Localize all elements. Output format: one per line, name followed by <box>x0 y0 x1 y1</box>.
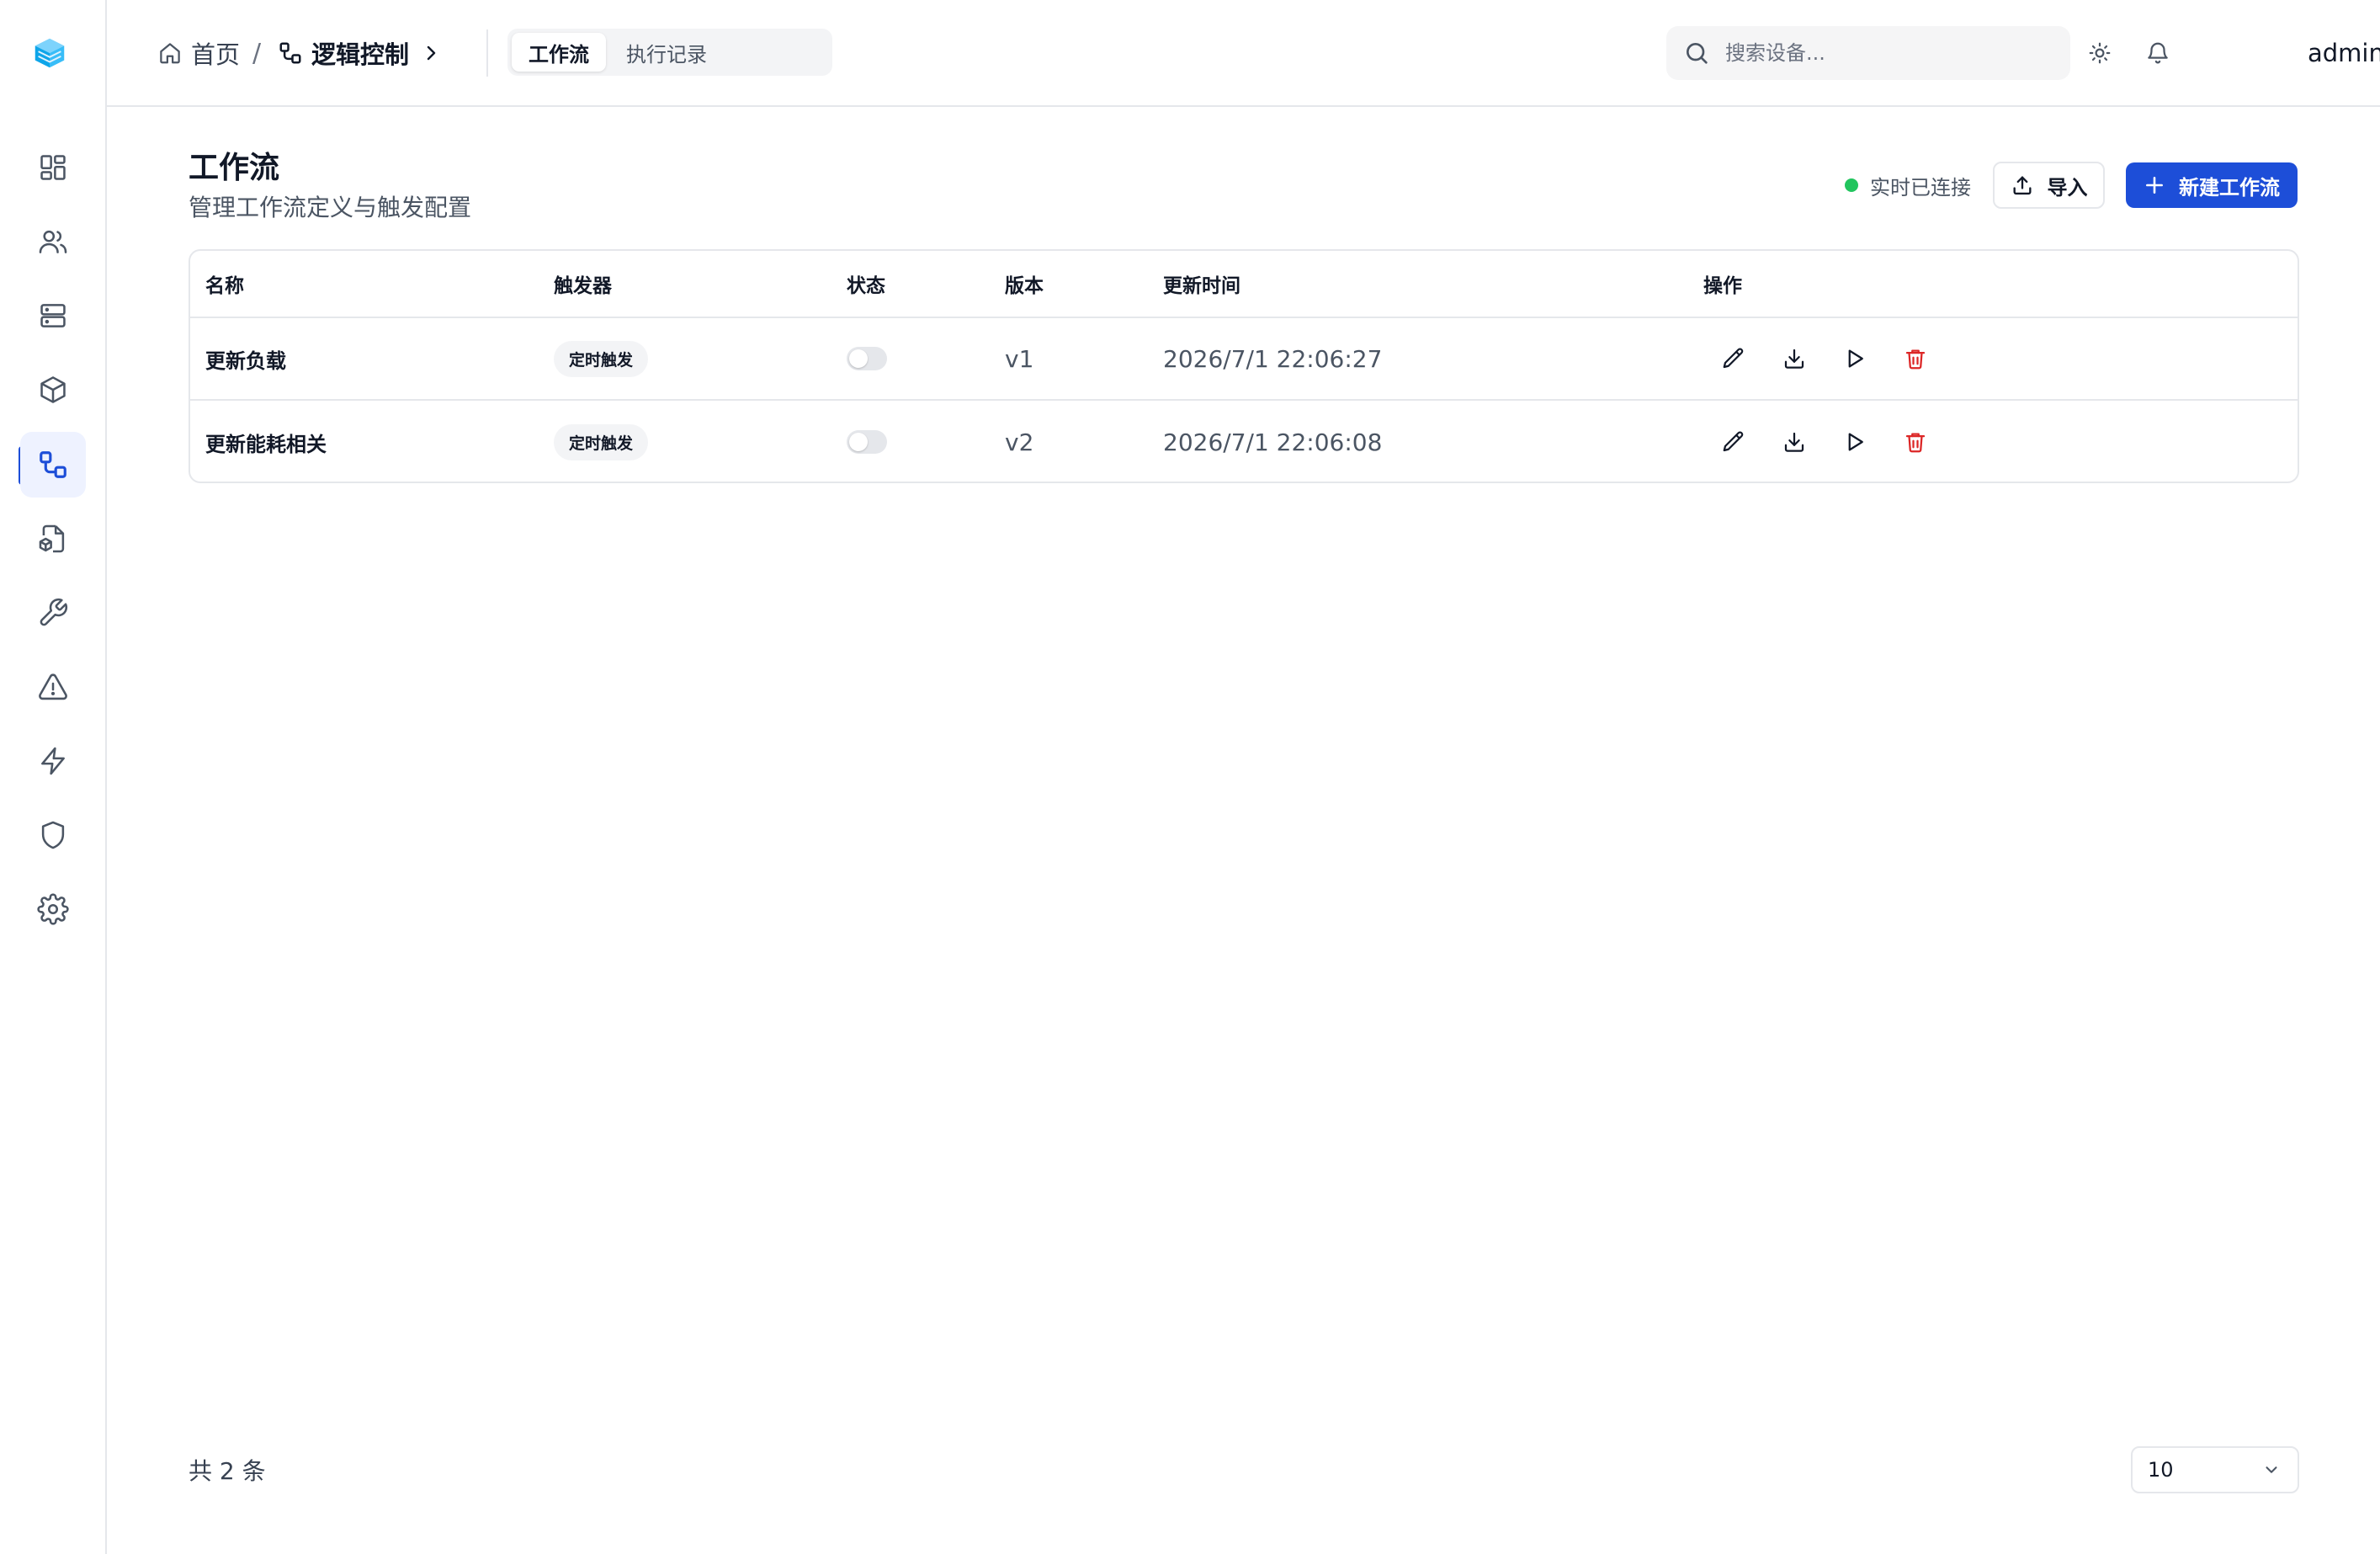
play-icon <box>1848 433 1863 451</box>
sidebar-item-settings[interactable] <box>20 876 86 942</box>
theme-toggle-button[interactable] <box>2084 37 2116 69</box>
delete-button[interactable] <box>1900 343 1931 374</box>
page-title: 工作流 <box>189 151 280 185</box>
sidebar <box>0 0 107 1554</box>
bell-icon <box>2148 42 2168 64</box>
sidebar-item-alarms[interactable] <box>20 654 86 720</box>
chevron-down-icon <box>2266 1466 2277 1473</box>
cube-icon <box>40 376 66 403</box>
download-icon <box>1784 432 1804 452</box>
pencil-icon <box>1723 431 1744 452</box>
tab-group: 工作流 执行记录 <box>507 29 832 76</box>
edit-button[interactable] <box>1719 427 1749 457</box>
workflow-name: 更新能耗相关 <box>205 432 327 456</box>
status-dot-icon <box>1845 178 1858 192</box>
dashboard-icon <box>40 155 66 180</box>
run-button[interactable] <box>1840 343 1870 374</box>
chevron-right-icon <box>427 45 436 61</box>
username[interactable]: admin <box>2308 34 2380 72</box>
notifications-button[interactable] <box>2142 37 2174 69</box>
plus-icon <box>2146 177 2163 194</box>
shield-icon <box>41 821 65 849</box>
sidebar-item-security[interactable] <box>20 802 86 868</box>
run-button[interactable] <box>1840 427 1870 457</box>
workflow-name: 更新负载 <box>205 349 286 373</box>
upload-icon <box>2013 176 2031 195</box>
search-icon <box>1687 43 1708 64</box>
breadcrumb-current[interactable]: 逻辑控制 <box>278 34 449 72</box>
new-workflow-button[interactable]: 新建工作流 <box>2126 162 2298 208</box>
sidebar-item-maintenance[interactable] <box>20 580 86 646</box>
column-header-status[interactable]: 状态 <box>847 251 885 317</box>
trigger-badge: 定时触发 <box>554 423 649 460</box>
sidebar-item-energy[interactable] <box>20 728 86 794</box>
play-icon <box>1848 349 1863 368</box>
alert-triangle-icon <box>39 673 67 700</box>
live-status: 实时已连接 <box>1845 168 1971 202</box>
breadcrumb-home[interactable]: 首页 <box>157 34 240 72</box>
server-icon <box>40 304 66 327</box>
trash-icon <box>1905 349 1926 370</box>
sidebar-item-logic-control[interactable] <box>20 432 86 498</box>
breadcrumb-home-label: 首页 <box>191 40 241 69</box>
file-box-icon <box>39 524 65 553</box>
workflow-table: 名称 触发器 状态 版本 更新时间 操作 更新负载 定时触发 v1 2026/7… <box>189 249 2299 483</box>
download-icon <box>1784 349 1804 369</box>
page-size-value: 10 <box>2148 1458 2174 1482</box>
updated-time: 2026/7/1 22:06:08 <box>1163 428 1383 456</box>
wrench-icon <box>40 598 68 626</box>
table-header-row: 名称 触发器 状态 版本 更新时间 操作 <box>190 251 2298 318</box>
import-button-label: 导入 <box>2047 175 2088 200</box>
sidebar-item-products[interactable] <box>20 357 86 423</box>
column-header-actions: 操作 <box>1703 275 1742 297</box>
pencil-icon <box>1723 348 1744 369</box>
import-button[interactable]: 导入 <box>1993 162 2105 209</box>
column-header-trigger[interactable]: 触发器 <box>554 251 612 317</box>
tab-workflows[interactable]: 工作流 <box>512 33 606 72</box>
breadcrumb-current-label: 逻辑控制 <box>311 40 410 69</box>
export-button[interactable] <box>1779 427 1809 457</box>
zap-icon <box>41 747 65 775</box>
app-logo-icon[interactable] <box>29 32 71 74</box>
page-subtitle: 管理工作流定义与触发配置 <box>189 194 472 221</box>
edit-button[interactable] <box>1719 343 1749 374</box>
updated-time: 2026/7/1 22:06:27 <box>1163 344 1383 373</box>
page-size-select[interactable]: 10 <box>2131 1446 2299 1493</box>
sidebar-item-files[interactable] <box>20 506 86 572</box>
status-toggle[interactable] <box>847 347 887 370</box>
new-workflow-button-label: 新建工作流 <box>2179 175 2280 200</box>
users-icon <box>39 230 67 253</box>
header-divider <box>486 29 488 77</box>
status-toggle[interactable] <box>847 430 887 454</box>
workflow-version: v1 <box>1005 344 1034 373</box>
search-input[interactable] <box>1725 41 2045 65</box>
workflow-icon <box>279 42 301 64</box>
total-count: 共 2 条 <box>189 1457 266 1485</box>
home-icon <box>160 43 180 64</box>
top-header: 首页 / 逻辑控制 工作流 执行记录 admin <box>107 0 2380 107</box>
sidebar-item-dashboard[interactable] <box>20 135 86 200</box>
tab-execution-records[interactable]: 执行记录 <box>609 33 724 72</box>
workflow-version: v2 <box>1005 428 1034 456</box>
sidebar-item-devices[interactable] <box>20 283 86 349</box>
trash-icon <box>1905 433 1926 453</box>
column-header-name[interactable]: 名称 <box>205 251 244 317</box>
trigger-badge: 定时触发 <box>554 340 649 377</box>
workflow-icon <box>40 451 66 478</box>
column-header-version[interactable]: 版本 <box>1005 251 1044 317</box>
export-button[interactable] <box>1779 343 1809 374</box>
column-header-updated-time[interactable]: 更新时间 <box>1163 251 1240 317</box>
delete-button[interactable] <box>1900 427 1931 457</box>
sidebar-item-users[interactable] <box>20 209 86 274</box>
table-row[interactable]: 更新能耗相关 定时触发 v2 2026/7/1 22:06:08 <box>190 401 2298 482</box>
sun-icon <box>2089 42 2111 64</box>
breadcrumb-separator: / <box>252 38 262 68</box>
table-row[interactable]: 更新负载 定时触发 v1 2026/7/1 22:06:27 <box>190 318 2298 401</box>
settings-icon <box>37 893 69 925</box>
search-box[interactable] <box>1666 26 2070 80</box>
live-status-label: 实时已连接 <box>1870 175 1971 200</box>
